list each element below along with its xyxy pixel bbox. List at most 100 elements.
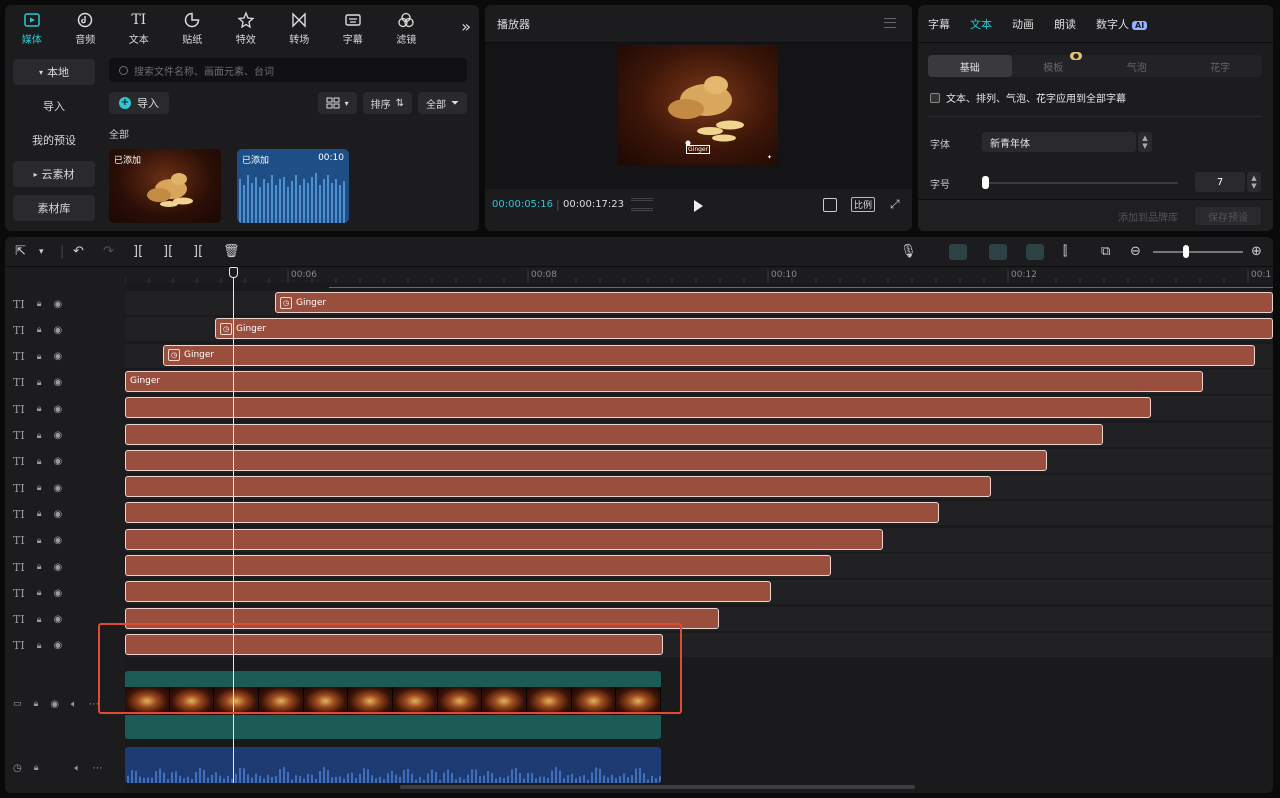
save-preset-button[interactable]: 保存预设 [1195, 207, 1261, 225]
video-preview[interactable]: Ginger ✦ [618, 45, 778, 165]
text-clip[interactable]: ◷ Ginger [215, 318, 1273, 340]
lock-icon[interactable]: 🔒︎ [37, 299, 42, 309]
chevron-down-icon[interactable]: ▾ [39, 247, 44, 257]
text-clip[interactable]: Ginger [125, 370, 1203, 392]
zoom-in-icon[interactable]: ⊕ [1251, 244, 1262, 259]
lock-icon[interactable]: 🔒︎ [37, 352, 42, 362]
apply-all-option[interactable]: 文本、排列、气泡、花字应用到全部字幕 [930, 90, 1126, 105]
trim-right-icon[interactable]: ][ [193, 244, 203, 259]
lock-icon[interactable]: 🔒︎ [37, 431, 42, 441]
tab-filter[interactable]: 滤镜 [380, 5, 434, 51]
volume-icon[interactable]: 🔈︎ [71, 699, 77, 710]
lock-icon[interactable]: 🔒︎ [37, 325, 42, 335]
horizontal-scrollbar[interactable] [400, 785, 915, 789]
eye-icon[interactable]: ◉ [53, 562, 62, 573]
delete-icon[interactable]: 🗑 [223, 244, 240, 259]
eye-icon[interactable]: ◉ [53, 325, 62, 336]
eye-icon[interactable]: ◉ [53, 614, 62, 625]
zoom-out-icon[interactable]: ⊖ [1130, 244, 1141, 259]
eye-icon[interactable]: ◉ [53, 535, 62, 546]
eye-icon[interactable]: ◉ [53, 483, 62, 494]
chevron-double-right-icon[interactable]: » [461, 17, 471, 36]
tab-media[interactable]: 媒体 [5, 5, 59, 51]
lock-icon[interactable]: 🔒︎ [37, 641, 42, 651]
select-cursor-icon[interactable]: ⇱ [15, 244, 26, 259]
search-input[interactable]: 搜索文件名称、画面元素、台词 [109, 58, 467, 82]
trim-left-icon[interactable]: ][ [163, 244, 173, 259]
sort-button[interactable]: 排序 ⇅ [362, 92, 412, 114]
zoom-slider[interactable] [1153, 251, 1243, 253]
sidebar-item-import[interactable]: 导入 [13, 93, 95, 119]
timeline-ruler[interactable]: 00:06 00:08 00:10 00:12 00:1 [125, 267, 1273, 283]
media-thumb-image[interactable]: 已添加 [109, 149, 221, 223]
fit-screen-icon[interactable] [823, 198, 837, 212]
ratio-button[interactable]: 比例 [851, 197, 876, 212]
view-mode-button[interactable]: ▾ [317, 92, 357, 114]
font-size-input[interactable]: 7 [1195, 172, 1245, 192]
microphone-icon[interactable]: 🎙 [900, 244, 917, 259]
eye-icon[interactable]: ◉ [53, 640, 62, 651]
tab-effects[interactable]: 特效 [219, 5, 273, 51]
text-clip[interactable] [125, 555, 831, 576]
sidebar-item-library[interactable]: 素材库 [13, 195, 95, 221]
lock-icon[interactable]: 🔒︎ [37, 562, 42, 572]
eye-icon[interactable]: ◉ [53, 430, 62, 441]
sidebar-item-cloud[interactable]: ▸ 云素材 [13, 161, 95, 187]
text-clip[interactable]: ◷ Ginger [163, 344, 1255, 366]
text-clip[interactable] [125, 581, 771, 603]
subtab-fancy-text[interactable]: 花字 [1179, 55, 1263, 77]
tab-caption[interactable]: 字幕 [326, 5, 380, 51]
eye-icon[interactable]: ◉ [53, 351, 62, 362]
sidebar-item-presets[interactable]: 我的预设 [13, 127, 95, 153]
eye-icon[interactable]: ◉ [53, 377, 62, 388]
split-icon[interactable]: ][ [133, 244, 143, 259]
tab-transition[interactable]: 转场 [273, 5, 327, 51]
fullscreen-icon[interactable]: ⤢ [890, 197, 900, 212]
text-clip[interactable] [125, 476, 991, 498]
apply-all-checkbox[interactable] [930, 92, 940, 103]
audio-clip[interactable] [125, 747, 661, 783]
text-clip[interactable] [125, 449, 1047, 471]
lock-icon[interactable]: 🔒︎ [37, 509, 42, 519]
preview-axis-icon[interactable] [1026, 244, 1044, 260]
import-button[interactable]: + 导入 [109, 92, 169, 114]
sidebar-item-local[interactable]: ▾ 本地 [13, 59, 95, 85]
lock-icon[interactable]: 🔒︎ [34, 699, 39, 709]
align-center-icon[interactable]: ⫿ [1063, 244, 1067, 259]
menu-icon[interactable] [884, 18, 896, 28]
lock-icon[interactable]: 🔒︎ [37, 404, 42, 414]
subtab-bubble[interactable]: 气泡 [1095, 55, 1179, 77]
redo-icon[interactable]: ↷ [103, 244, 114, 259]
undo-icon[interactable]: ↶ [73, 244, 84, 259]
lock-icon[interactable]: 🔒︎ [37, 536, 42, 546]
playhead-handle[interactable] [229, 267, 238, 278]
volume-icon[interactable]: 🔈︎ [75, 763, 81, 774]
video-caption[interactable]: Ginger [686, 145, 711, 154]
eye-icon[interactable]: ◉ [53, 299, 62, 310]
subtab-template[interactable]: 模板 [1012, 55, 1096, 77]
eye-icon[interactable]: ◉ [53, 404, 62, 415]
font-size-slider-knob[interactable] [982, 176, 989, 189]
eye-icon[interactable]: ◉ [53, 588, 62, 599]
tab-sticker[interactable]: 贴纸 [166, 5, 220, 51]
font-size-stepper[interactable]: ▲ ▼ [1247, 172, 1261, 192]
subtab-basic[interactable]: 基础 [928, 55, 1012, 77]
preview-window-icon[interactable]: ⧉ [1101, 244, 1110, 259]
magnet-icon[interactable] [949, 244, 967, 260]
tab-text-props[interactable]: 文本 [970, 16, 992, 32]
eye-icon[interactable]: ◉ [53, 509, 62, 520]
text-clip[interactable] [125, 528, 883, 550]
link-icon[interactable] [989, 244, 1007, 260]
font-select[interactable]: 新青年体 [982, 132, 1136, 152]
font-size-slider[interactable] [982, 182, 1178, 184]
tab-audio[interactable]: 音频 [59, 5, 113, 51]
lock-icon[interactable]: 🔒︎ [37, 615, 42, 625]
eye-icon[interactable]: ◉ [53, 456, 62, 467]
text-clip[interactable] [125, 423, 1103, 445]
zoom-slider-knob[interactable] [1183, 245, 1189, 258]
more-icon[interactable]: ⋯ [93, 763, 103, 774]
text-clip[interactable] [125, 502, 939, 524]
text-clip[interactable]: ◷ Ginger [275, 292, 1273, 313]
lock-icon[interactable]: 🔒︎ [37, 483, 42, 493]
lock-icon[interactable]: 🔒︎ [37, 378, 42, 388]
